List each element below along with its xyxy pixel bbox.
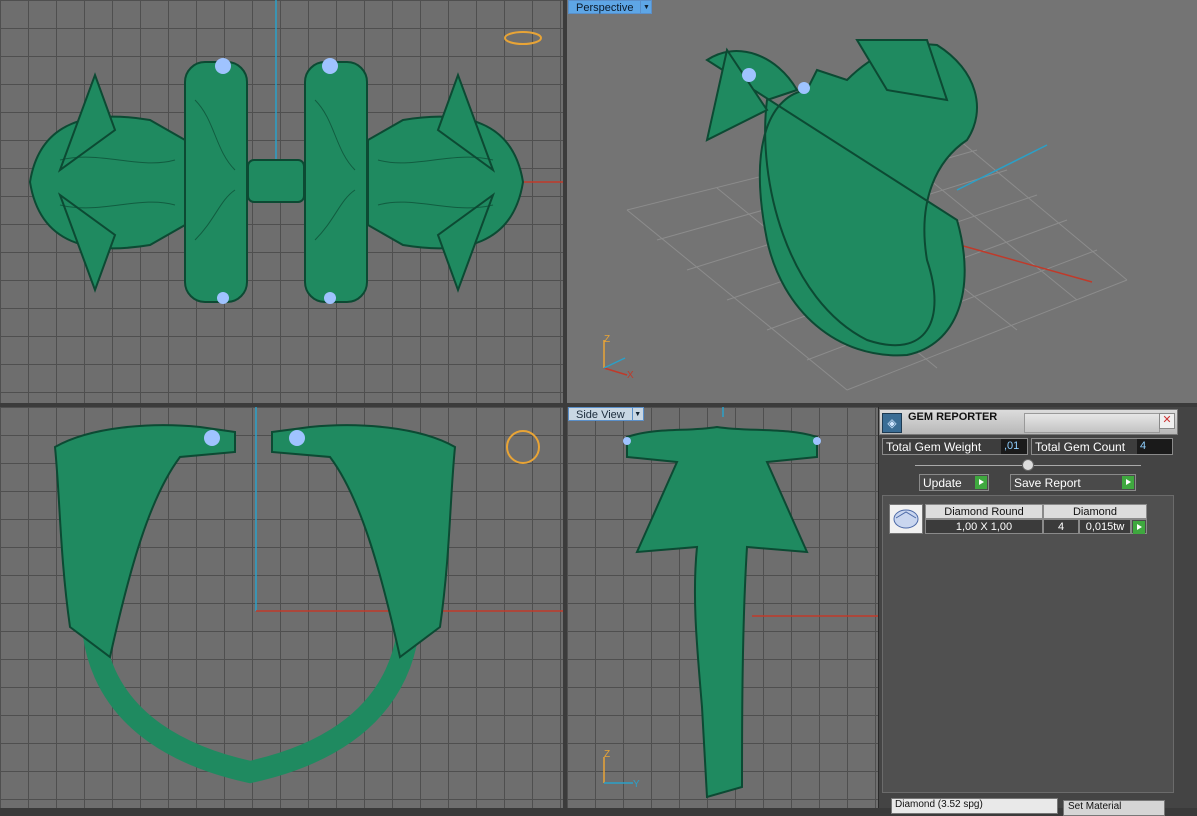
axis-x-label: X bbox=[627, 370, 634, 381]
gem-size-cell: 1,00 X 1,00 bbox=[925, 519, 1043, 534]
gizmo-icon bbox=[504, 31, 542, 45]
side-view-label[interactable]: Side View bbox=[568, 407, 633, 421]
gem-row-go-button[interactable] bbox=[1131, 519, 1147, 534]
perspective-label[interactable]: Perspective bbox=[568, 0, 642, 14]
total-gem-weight-value: ,01 bbox=[1001, 439, 1027, 454]
axis-y-label: Y bbox=[633, 779, 640, 790]
play-arrow-icon bbox=[1122, 476, 1134, 489]
play-arrow-icon bbox=[1133, 521, 1145, 534]
gem-top-1 bbox=[215, 58, 231, 74]
titlebar-tab[interactable] bbox=[1024, 413, 1160, 433]
gem-thumbnail[interactable] bbox=[889, 504, 923, 534]
total-gem-count-value: 4 bbox=[1137, 439, 1172, 454]
diamond-icon bbox=[893, 509, 919, 529]
gem-reporter-panel: ◈ GEM REPORTER ✕ Total Gem Weight ,01 To… bbox=[878, 407, 1197, 816]
play-arrow-icon bbox=[975, 476, 987, 489]
axis-tripod-perspective: Z X bbox=[603, 334, 634, 381]
side-view-label-control[interactable]: Side View ▼ bbox=[568, 407, 644, 421]
axis-z-label: Z bbox=[604, 334, 610, 345]
material-select[interactable]: Diamond (3.52 spg) bbox=[891, 798, 1058, 814]
front-view-canvas bbox=[53, 407, 563, 784]
gem-reporter-icon: ◈ bbox=[882, 413, 902, 433]
gem-list[interactable]: Diamond Round Diamond 1,00 X 1,00 4 0,01… bbox=[882, 495, 1174, 793]
viewport-top[interactable] bbox=[0, 0, 563, 403]
ring-model-side bbox=[626, 425, 818, 799]
gem-material-cell: Diamond bbox=[1043, 504, 1147, 519]
gem-count-cell: 4 bbox=[1043, 519, 1079, 534]
side-view-canvas: Z Y bbox=[603, 407, 878, 799]
close-icon[interactable]: ✕ bbox=[1159, 413, 1175, 429]
update-button[interactable]: Update bbox=[919, 474, 989, 491]
chevron-down-icon[interactable]: ▼ bbox=[641, 0, 653, 14]
total-gem-weight-label: Total Gem Weight bbox=[886, 440, 982, 454]
panel-slider-handle[interactable] bbox=[1022, 459, 1034, 471]
gem-name-cell: Diamond Round bbox=[925, 504, 1043, 519]
perspective-label-control[interactable]: Perspective ▼ bbox=[568, 0, 653, 14]
viewport-divider-horizontal[interactable] bbox=[0, 403, 878, 407]
set-material-button[interactable]: Set Material bbox=[1063, 800, 1165, 816]
gem-reporter-titlebar[interactable]: ◈ GEM REPORTER ✕ bbox=[879, 409, 1178, 435]
viewport-front[interactable] bbox=[0, 407, 563, 808]
save-report-button[interactable]: Save Report bbox=[1010, 474, 1136, 491]
axis-z-label: Z bbox=[604, 749, 610, 760]
ring-model-front bbox=[81, 522, 421, 784]
save-report-button-label: Save Report bbox=[1014, 476, 1081, 490]
gem-weight-cell: 0,015tw bbox=[1079, 519, 1131, 534]
gem-top-2 bbox=[322, 58, 338, 74]
viewport-side[interactable]: Z Y Side View ▼ bbox=[567, 407, 878, 808]
top-view-canvas bbox=[28, 0, 563, 304]
perspective-canvas: Z X bbox=[603, 39, 1128, 391]
update-button-label: Update bbox=[923, 476, 962, 490]
viewport-perspective[interactable]: Z X Perspective ▼ bbox=[567, 0, 1197, 403]
panel-title: GEM REPORTER bbox=[908, 411, 998, 423]
axis-tripod-side: Z Y bbox=[603, 749, 640, 790]
gizmo-icon bbox=[506, 430, 540, 464]
total-gem-count-label: Total Gem Count bbox=[1035, 440, 1126, 454]
chevron-down-icon[interactable]: ▼ bbox=[632, 407, 644, 421]
